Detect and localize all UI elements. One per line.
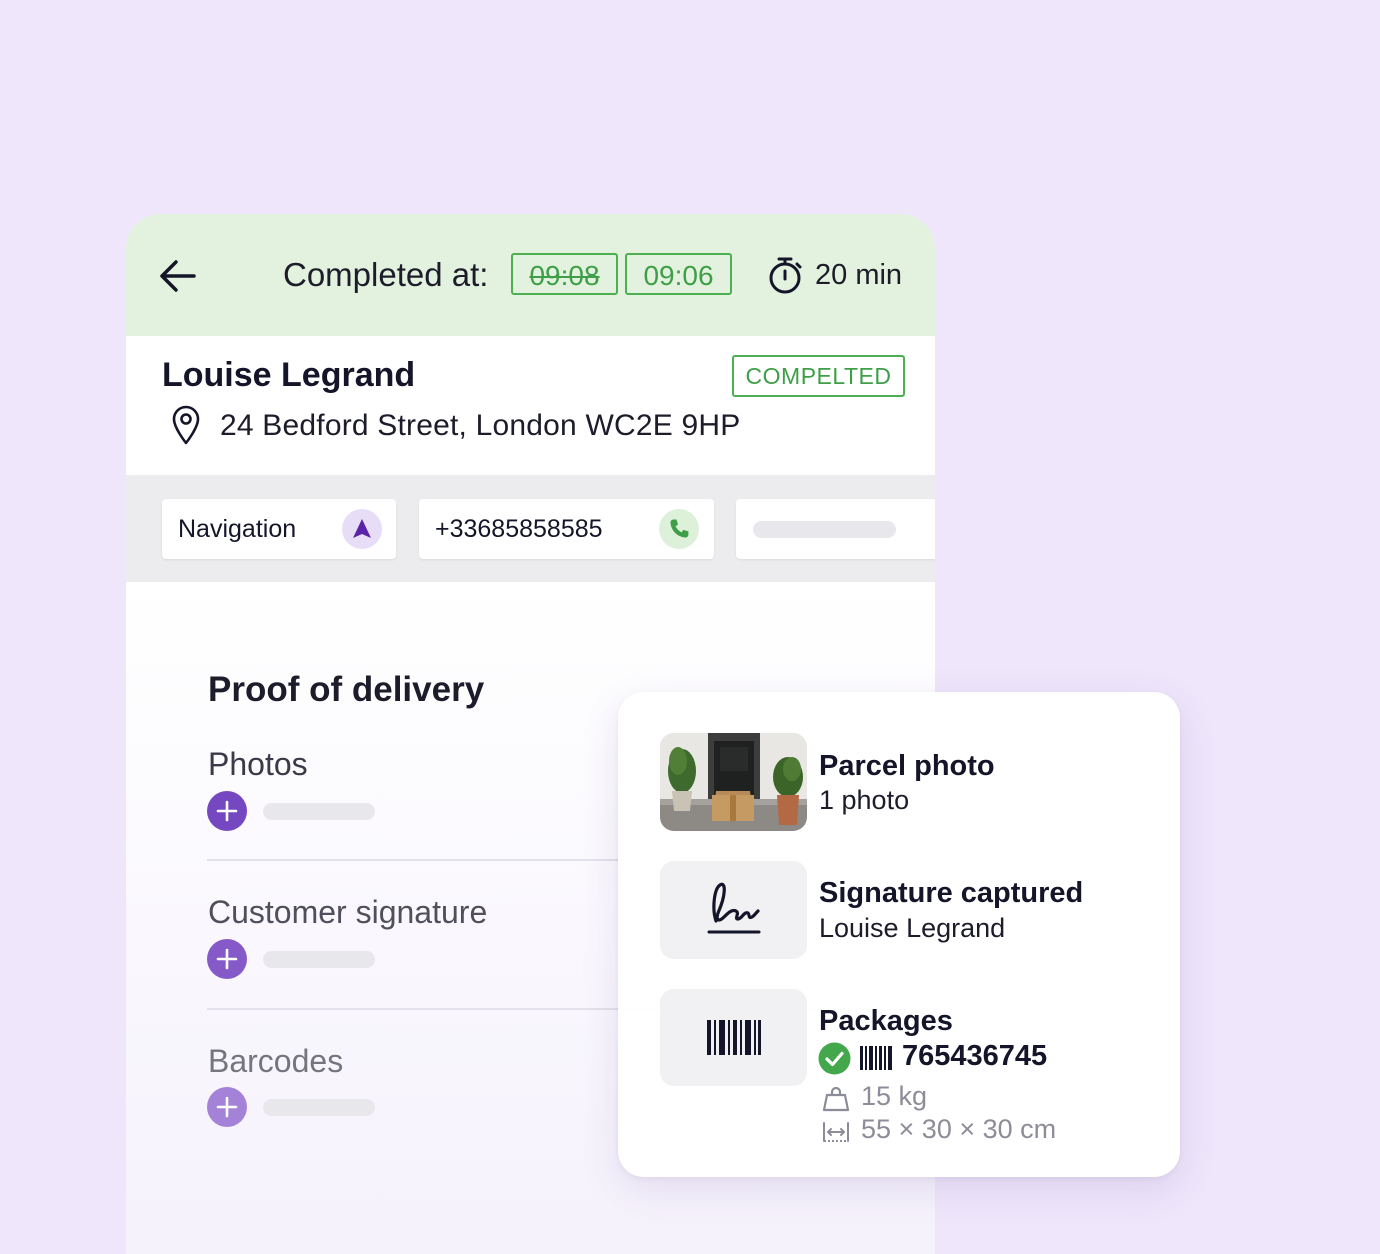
status-badge: COMPELTED (732, 355, 905, 397)
signature-title: Signature captured (819, 877, 1084, 909)
barcodes-section-label: Barcodes (208, 1043, 344, 1079)
dimensions-ruler-icon (823, 1122, 849, 1142)
add-barcode-button[interactable] (207, 1087, 247, 1127)
barcode-number: 765436745 (902, 1040, 1048, 1072)
add-signature-button[interactable] (207, 939, 247, 979)
delivery-summary-card: Parcel photo 1 photo Signature captured … (618, 692, 1180, 1177)
signature-placeholder (263, 951, 375, 968)
completed-at-label: Completed at: (283, 256, 489, 293)
delivery-address: 24 Bedford Street, London WC2E 9HP (220, 409, 741, 442)
phone-icon (659, 509, 699, 549)
loading-placeholder (753, 521, 896, 538)
completion-header: Completed at: 09:08 09:06 20 min (126, 214, 935, 336)
more-actions-chip[interactable] (736, 499, 935, 559)
plus-icon (216, 800, 238, 822)
check-circle-icon (818, 1042, 851, 1075)
call-customer-button[interactable]: +33685858585 (419, 499, 714, 559)
location-pin-icon (172, 405, 200, 445)
barcode-icon (660, 989, 807, 1086)
package-dimensions: 55 × 30 × 30 cm (861, 1114, 1057, 1144)
plus-icon (216, 948, 238, 970)
weight-bag-icon (822, 1086, 850, 1112)
packages-title: Packages (819, 1005, 953, 1037)
stopwatch-icon (769, 257, 802, 294)
parcel-photo-title: Parcel photo (819, 750, 995, 782)
navigation-arrow-icon (342, 509, 382, 549)
packages-thumbnail[interactable] (660, 989, 807, 1086)
parcel-photo-thumbnail[interactable] (660, 733, 807, 831)
photos-section-label: Photos (208, 746, 308, 782)
signature-section-label: Customer signature (208, 894, 488, 930)
navigation-label: Navigation (178, 515, 297, 543)
actual-time-badge: 09:06 (625, 253, 732, 295)
duration-text: 20 min (815, 259, 903, 291)
navigation-button[interactable]: Navigation (162, 499, 396, 559)
barcode-small-icon (860, 1046, 892, 1070)
plus-icon (216, 1096, 238, 1118)
photos-placeholder (263, 803, 375, 820)
signature-thumbnail[interactable] (660, 861, 807, 959)
customer-name: Louise Legrand (162, 356, 416, 394)
barcodes-placeholder (263, 1099, 375, 1116)
parcel-photo-count: 1 photo (819, 785, 910, 815)
signature-icon (660, 861, 807, 959)
back-arrow-icon[interactable] (156, 254, 200, 298)
add-photo-button[interactable] (207, 791, 247, 831)
proof-of-delivery-title: Proof of delivery (208, 670, 485, 709)
phone-number: +33685858585 (435, 515, 603, 543)
quick-actions-bar: Navigation +33685858585 (126, 475, 935, 582)
signature-name: Louise Legrand (819, 913, 1006, 943)
original-time-badge: 09:08 (511, 253, 618, 295)
package-weight: 15 kg (861, 1081, 928, 1111)
